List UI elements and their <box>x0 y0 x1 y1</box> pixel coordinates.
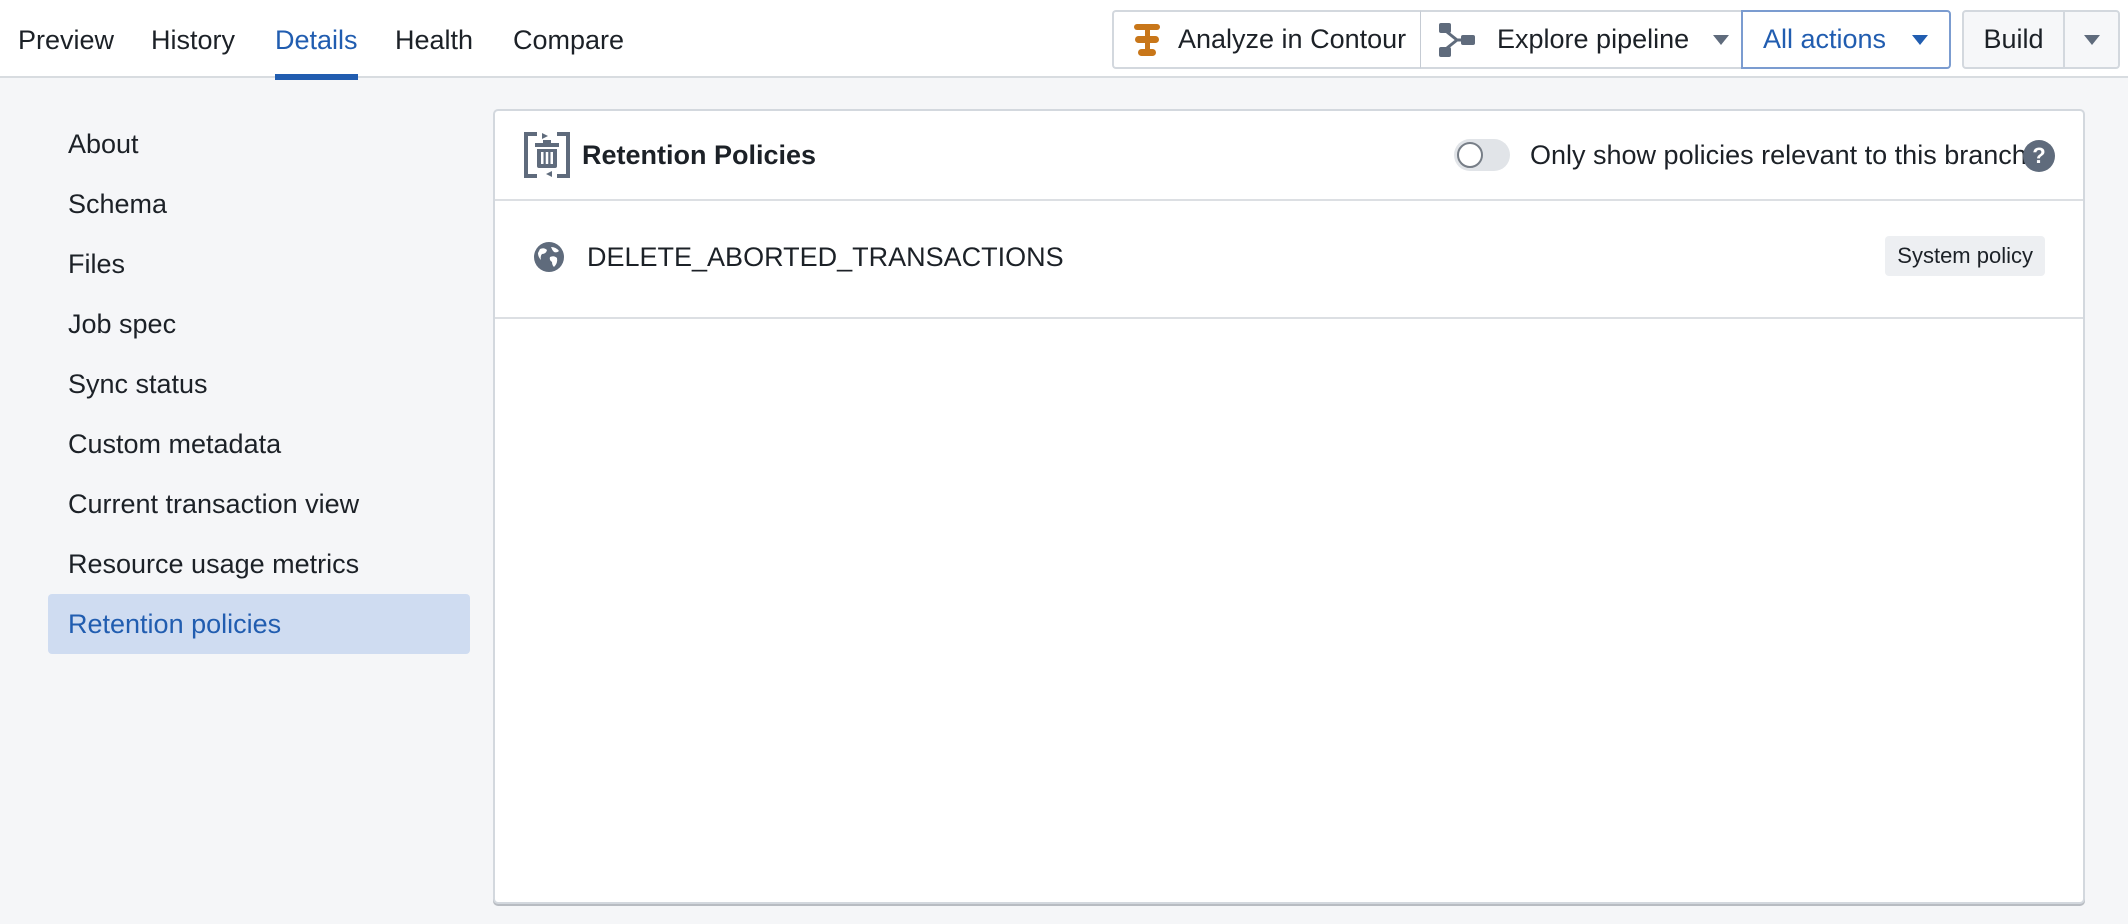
policy-name: DELETE_ABORTED_TRANSACTIONS <box>587 242 1064 272</box>
build-split-button: Build <box>1962 10 2120 69</box>
tab-history[interactable]: History <box>151 0 235 78</box>
analyze-label: Analyze in Contour <box>1178 24 1407 54</box>
sidebar-item-about[interactable]: About <box>48 114 470 174</box>
sidebar-item-job-spec[interactable]: Job spec <box>48 294 470 354</box>
sidebar-item-resource-usage-metrics[interactable]: Resource usage metrics <box>48 534 470 594</box>
retention-policies-panel: Retention Policies Only show policies re… <box>493 109 2085 904</box>
branch-filter-toggle[interactable] <box>1454 139 1510 171</box>
tab-health[interactable]: Health <box>395 0 473 78</box>
globe-icon <box>533 241 565 273</box>
tab-details[interactable]: Details <box>275 0 358 80</box>
panel-title: Retention Policies <box>582 140 817 170</box>
panel-header: Retention Policies Only show policies re… <box>495 111 2083 201</box>
chevron-down-icon <box>1713 34 1730 45</box>
sidebar-item-sync-status[interactable]: Sync status <box>48 354 470 414</box>
system-policy-tag: System policy <box>1885 236 2045 276</box>
contour-icon <box>1134 23 1160 56</box>
all-actions-label: All actions <box>1763 24 1887 54</box>
explore-label: Explore pipeline <box>1497 24 1690 54</box>
branch-filter-label: Only show policies relevant to this bran… <box>1530 140 2027 170</box>
sidebar-item-custom-metadata[interactable]: Custom metadata <box>48 414 470 474</box>
sidebar-item-retention-policies[interactable]: Retention policies <box>48 594 470 654</box>
pipeline-icon <box>1439 22 1475 57</box>
sidebar-item-files[interactable]: Files <box>48 234 470 294</box>
toggle-knob <box>1457 142 1483 168</box>
explore-pipeline-button[interactable]: Explore pipeline <box>1420 10 1742 69</box>
chevron-down-icon <box>2083 34 2100 45</box>
tab-preview[interactable]: Preview <box>18 0 114 78</box>
top-bar: Preview History Details Health Compare A… <box>0 0 2128 80</box>
build-button[interactable]: Build <box>1964 12 2065 67</box>
all-actions-button[interactable]: All actions <box>1741 10 1951 69</box>
question-icon[interactable]: ? <box>2023 140 2055 172</box>
sidebar-item-schema[interactable]: Schema <box>48 174 470 234</box>
tab-compare[interactable]: Compare <box>513 0 624 78</box>
sidebar-item-current-transaction-view[interactable]: Current transaction view <box>48 474 470 534</box>
build-options-button[interactable] <box>2065 12 2118 67</box>
policy-row[interactable]: DELETE_ABORTED_TRANSACTIONS System polic… <box>495 199 2083 319</box>
retention-trash-icon <box>523 131 571 179</box>
chevron-down-icon <box>1912 34 1929 45</box>
analyze-in-contour-button[interactable]: Analyze in Contour <box>1112 10 1421 69</box>
